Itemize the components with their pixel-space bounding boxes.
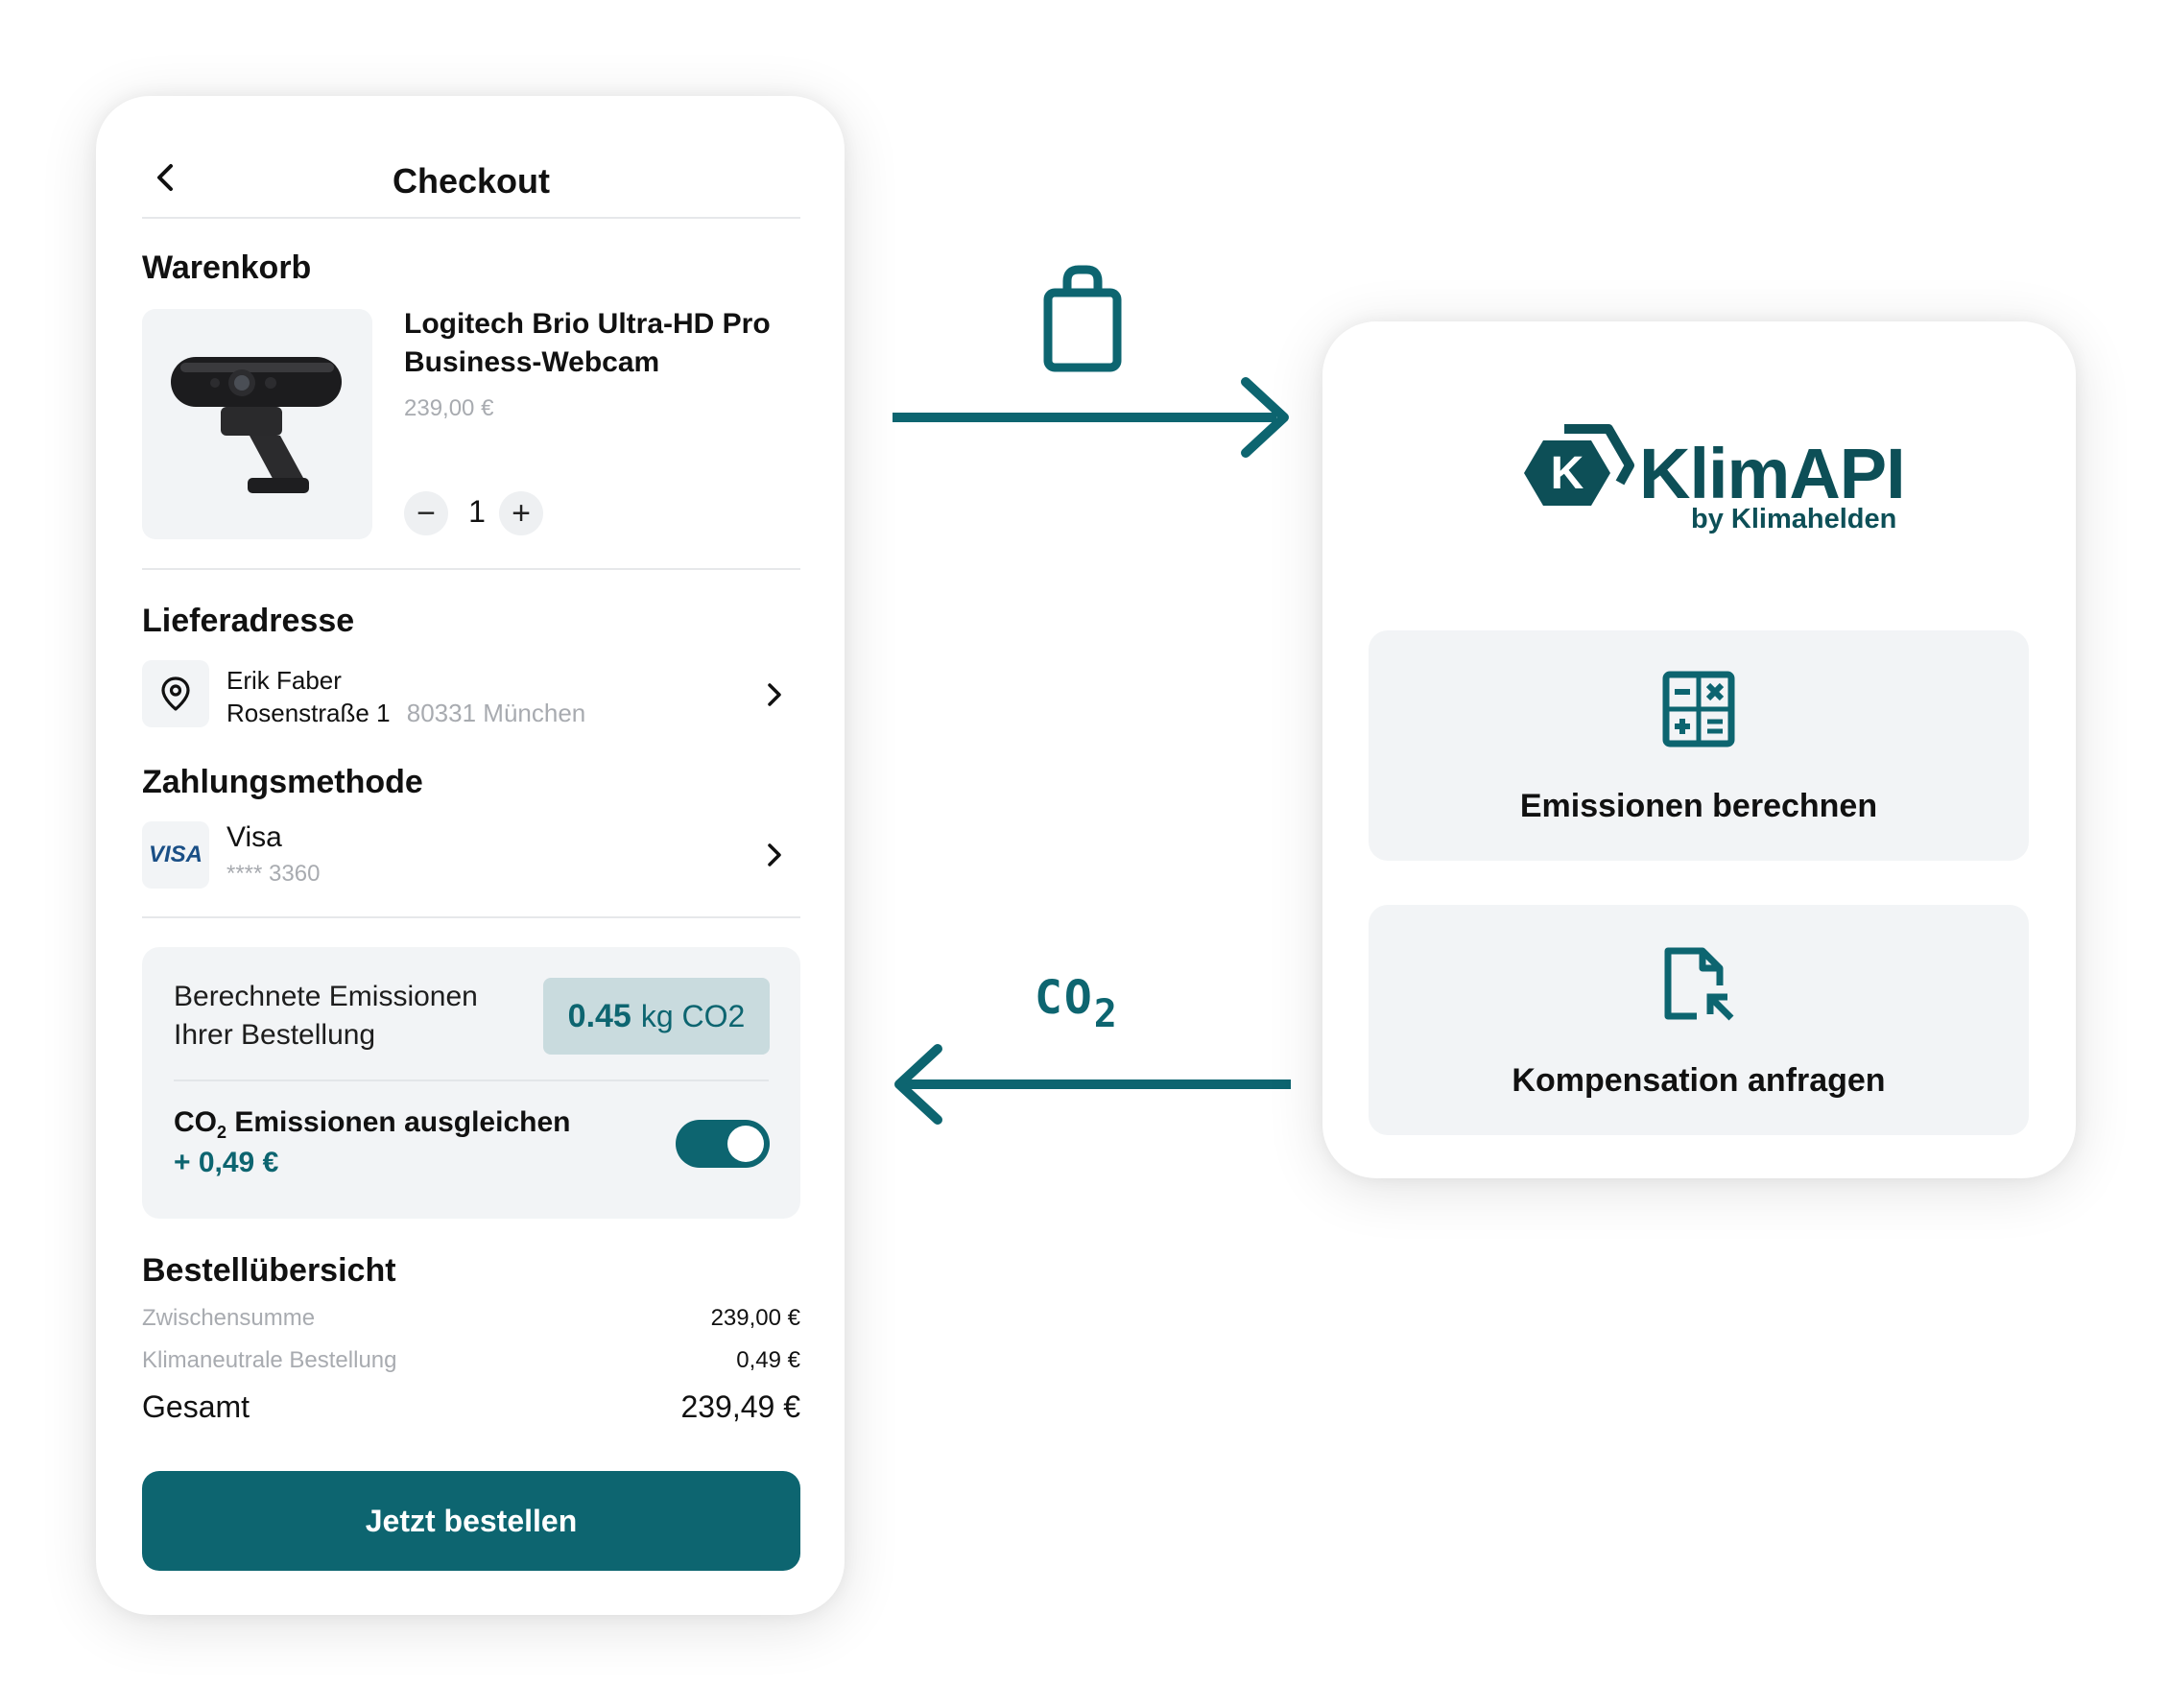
offset-label-text: Emissionen ausgleichen xyxy=(226,1106,571,1138)
arrow-right-icon xyxy=(893,377,1289,458)
summary-total-row: Gesamt 239,49 € xyxy=(142,1389,800,1425)
total-value: 239,49 € xyxy=(680,1389,800,1424)
divider xyxy=(174,1079,769,1081)
card-number-masked: **** 3360 xyxy=(226,861,321,887)
logo-letter: K xyxy=(1551,448,1584,499)
emissions-unit: kg CO2 xyxy=(640,998,746,1033)
page-title: Checkout xyxy=(392,161,551,201)
order-now-button[interactable]: Jetzt bestellen xyxy=(142,1471,800,1571)
visa-logo-icon: VISA xyxy=(148,842,202,867)
chevron-right-icon[interactable] xyxy=(760,841,789,869)
location-icon-box xyxy=(142,660,209,727)
emissions-label-line2: Ihrer Bestellung xyxy=(174,1019,376,1051)
emissions-panel: Berechnete Emissionen Ihrer Bestellung 0… xyxy=(142,947,800,1219)
payment-method: Visa xyxy=(226,821,282,853)
product-image[interactable] xyxy=(142,309,372,539)
address-city: 80331 München xyxy=(406,699,586,727)
offset-price: + 0,49 € xyxy=(174,1147,279,1178)
summary-value: 239,00 € xyxy=(710,1305,800,1331)
toggle-knob xyxy=(727,1126,764,1162)
quantity-decrease-button[interactable]: − xyxy=(404,491,448,535)
calculator-icon xyxy=(1662,671,1735,747)
address-heading: Lieferadresse xyxy=(142,603,355,639)
visa-card-box: VISA xyxy=(142,821,209,889)
divider xyxy=(142,568,800,570)
summary-label: Zwischensumme xyxy=(142,1305,316,1331)
offset-toggle[interactable] xyxy=(676,1120,770,1168)
shopping-bag-icon xyxy=(1043,265,1122,372)
feature-label: Emissionen berechnen xyxy=(1519,788,1878,824)
co2-label-sub: 2 xyxy=(1093,992,1119,1036)
checkout-header: Checkout xyxy=(142,134,800,219)
co2-label-main: CO xyxy=(1035,971,1094,1025)
klimapi-card: K KlimAPI by Klimahelden Emissionen bere… xyxy=(1322,321,2076,1178)
feature-label: Kompensation anfragen xyxy=(1512,1062,1886,1099)
co2-label: CO2 xyxy=(1035,971,1119,1036)
checkout-phone-card: Checkout Warenkorb Logitech Brio Ultra-H… xyxy=(96,96,845,1615)
summary-heading: Bestellübersicht xyxy=(142,1252,396,1289)
plus-icon: + xyxy=(512,495,531,532)
summary-row: Klimaneutrale Bestellung 0,49 € xyxy=(142,1347,800,1374)
summary-value: 0,49 € xyxy=(736,1347,800,1373)
summary-label: Klimaneutrale Bestellung xyxy=(142,1347,397,1373)
location-pin-icon xyxy=(161,676,190,711)
feature-request-compensation[interactable]: Kompensation anfragen xyxy=(1369,905,2029,1135)
chevron-right-icon[interactable] xyxy=(760,680,789,709)
cart-heading: Warenkorb xyxy=(142,249,312,286)
payment-heading: Zahlungsmethode xyxy=(142,764,423,800)
emissions-label: Berechnete Emissionen Ihrer Bestellung xyxy=(174,978,478,1055)
total-label: Gesamt xyxy=(142,1389,250,1424)
address-street: Rosenstraße 1 xyxy=(226,699,391,727)
divider xyxy=(142,916,800,918)
offset-label-co: CO xyxy=(174,1106,217,1138)
product-name[interactable]: Logitech Brio Ultra-HD Pro Business-Webc… xyxy=(404,305,807,382)
emissions-badge: 0.45 kg CO2 xyxy=(543,978,770,1055)
product-price: 239,00 € xyxy=(404,395,494,421)
feature-calculate-emissions[interactable]: Emissionen berechnen xyxy=(1369,630,2029,861)
document-request-icon xyxy=(1664,947,1734,1021)
emissions-value: 0.45 xyxy=(567,997,631,1034)
quantity-value: 1 xyxy=(468,494,486,529)
arrow-left-icon xyxy=(894,1044,1291,1125)
emissions-label-line1: Berechnete Emissionen xyxy=(174,981,478,1012)
minus-icon: − xyxy=(417,495,436,532)
webcam-image xyxy=(171,357,342,493)
address-name: Erik Faber xyxy=(226,666,342,695)
brand-name: KlimAPI xyxy=(1639,434,1906,513)
offset-label-sub: 2 xyxy=(217,1123,227,1142)
brand-subtitle: by Klimahelden xyxy=(1691,504,1897,534)
address-line: Rosenstraße 1 80331 München xyxy=(226,699,585,728)
quantity-increase-button[interactable]: + xyxy=(499,491,543,535)
offset-label: CO2 Emissionen ausgleichen xyxy=(174,1106,570,1143)
summary-row: Zwischensumme 239,00 € xyxy=(142,1305,800,1332)
